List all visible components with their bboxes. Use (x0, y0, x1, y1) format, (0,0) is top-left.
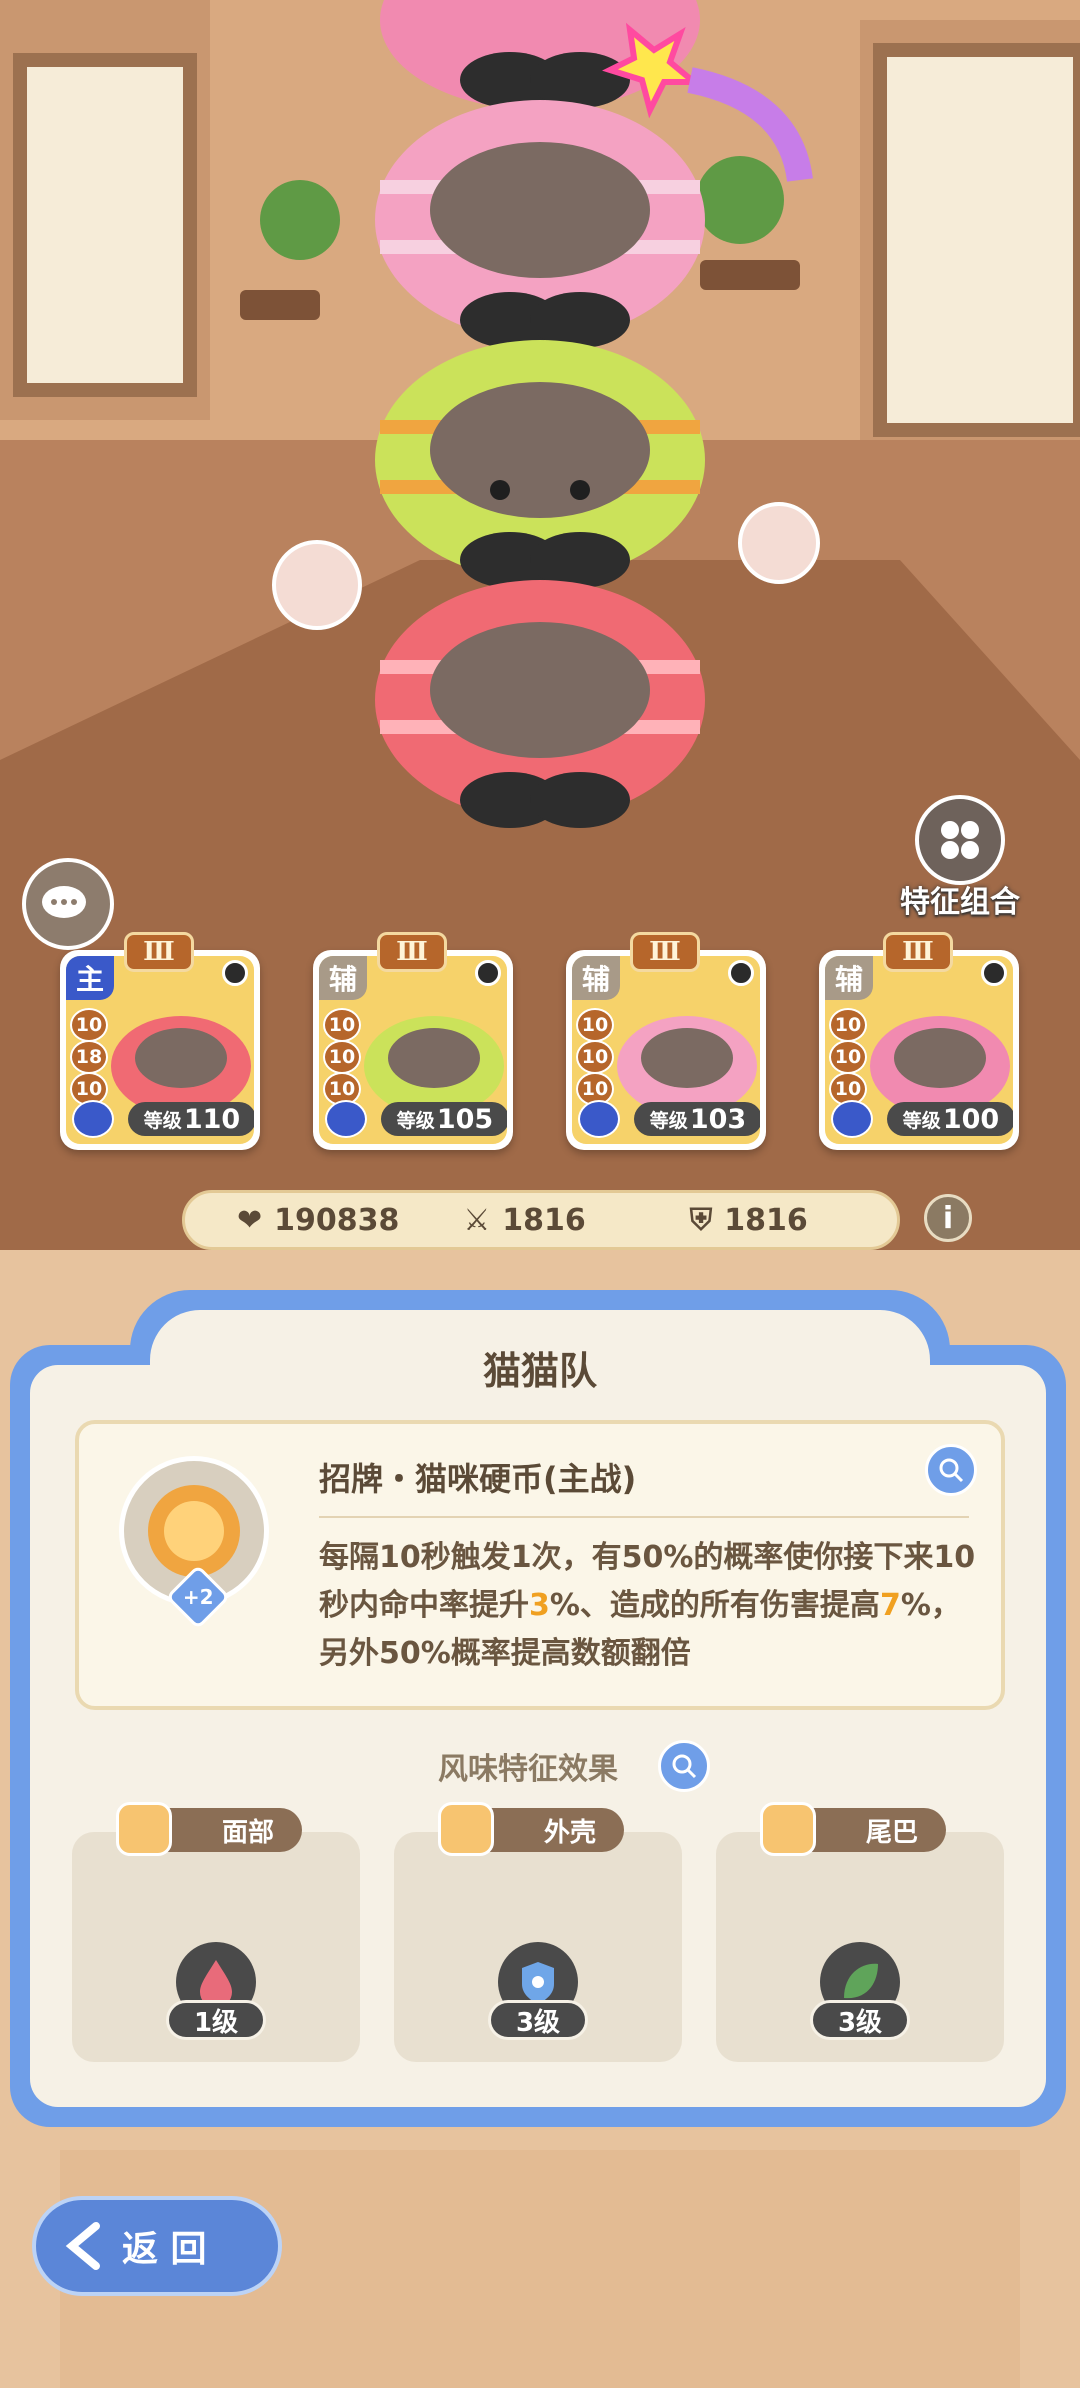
skill-zoom-button[interactable] (925, 1444, 977, 1496)
bubble-orb-right (738, 502, 820, 584)
team-stats-bar: ❤ 190838 ⚔ 1816 ⛨ 1816 (182, 1190, 900, 1250)
lock-icon[interactable] (222, 960, 248, 986)
tail-icon (760, 1802, 816, 1856)
paw-icon (325, 1100, 367, 1138)
trait-level-1: 10 (70, 1008, 108, 1042)
role-tag: 辅 (825, 956, 873, 1000)
rank-tag: Ⅲ (377, 932, 447, 972)
skill-name: 招牌・猫咪硬币(主战) (319, 1460, 637, 1498)
shield-icon: ⛨ (689, 1202, 713, 1238)
heart-icon: ❤ (237, 1202, 263, 1238)
trait-level-2: 10 (323, 1040, 361, 1074)
flavor-section-title: 风味特征效果 (438, 1752, 618, 1787)
feature-combo-label: 特征组合 (900, 885, 1020, 920)
trait-level-1: 10 (576, 1008, 614, 1042)
defense-stat: ⛨ 1816 (689, 1202, 808, 1238)
trait-level: 1级 (166, 2000, 266, 2040)
trait-level-2: 10 (829, 1040, 867, 1074)
trait-level-2: 10 (576, 1040, 614, 1074)
role-tag: 辅 (319, 956, 367, 1000)
feature-combo-button[interactable]: 特征组合 (880, 795, 1040, 921)
level-pill: 等级 100 (887, 1102, 1013, 1136)
cat-face-icon (116, 1802, 172, 1856)
panel-title: 猫猫队 (482, 1349, 597, 1393)
skill-divider (319, 1516, 969, 1518)
chat-icon (42, 886, 86, 918)
lock-icon[interactable] (728, 960, 754, 986)
trait-level-1: 10 (323, 1008, 361, 1042)
back-arrow-icon (65, 2222, 100, 2270)
chat-button[interactable] (22, 858, 114, 950)
magnifier-icon (672, 1754, 697, 1779)
cat-portrait (364, 1016, 504, 1116)
star-trail-decoration (602, 22, 813, 183)
paw-icon (578, 1100, 620, 1138)
shell-icon (438, 1802, 494, 1856)
skill-box: +2 招牌・猫咪硬币(主战) 每隔10秒触发1次，有50%的概率使你接下来10秒… (75, 1420, 1005, 1710)
info-button[interactable]: i (924, 1194, 972, 1242)
level-pill: 等级 105 (381, 1102, 507, 1136)
trait-level-2: 18 (70, 1040, 108, 1074)
role-tag: 主 (66, 956, 114, 1000)
flavor-zoom-button[interactable] (658, 1740, 710, 1792)
crossed-swords-icon: ⚔ (463, 1202, 491, 1238)
hp-stat: ❤ 190838 (237, 1202, 400, 1238)
lock-icon[interactable] (981, 960, 1007, 986)
cat-portrait (111, 1016, 251, 1116)
trait-card-tail[interactable]: 尾巴 3级 (716, 1802, 1004, 2062)
bubble-orb-left (272, 540, 362, 630)
cat-portrait (617, 1016, 757, 1116)
skill-description: 每隔10秒触发1次，有50%的概率使你接下来10秒内命中率提升3%、造成的所有伤… (319, 1540, 976, 1671)
rank-tag: Ⅲ (883, 932, 953, 972)
paw-icon (72, 1100, 114, 1138)
level-pill: 等级 110 (128, 1102, 254, 1136)
attack-stat: ⚔ 1816 (463, 1202, 586, 1238)
paw-cluster-icon (915, 795, 1005, 885)
rank-tag: Ⅲ (630, 932, 700, 972)
level-pill: 等级 103 (634, 1102, 760, 1136)
trait-card-shell[interactable]: 外壳 3级 (394, 1802, 682, 2062)
cat-portrait (870, 1016, 1010, 1116)
trait-level-1: 10 (829, 1008, 867, 1042)
info-icon: i (942, 1200, 954, 1236)
team-card-2[interactable]: 10 10 10 等级 105 辅 Ⅲ (313, 932, 513, 1150)
rank-tag: Ⅲ (124, 932, 194, 972)
magnifier-icon (939, 1458, 964, 1483)
team-card-4[interactable]: 10 10 10 等级 100 辅 Ⅲ (819, 932, 1019, 1150)
back-button[interactable]: 返 回 (32, 2196, 282, 2296)
trait-card-face[interactable]: 面部 1级 (72, 1802, 360, 2062)
role-tag: 辅 (572, 956, 620, 1000)
paw-icon (831, 1100, 873, 1138)
back-button-label: 返 回 (122, 2229, 207, 2270)
trait-level: 3级 (810, 2000, 910, 2040)
team-card-3[interactable]: 10 10 10 等级 103 辅 Ⅲ (566, 932, 766, 1150)
lock-icon[interactable] (475, 960, 501, 986)
trait-level: 3级 (488, 2000, 588, 2040)
team-card-1[interactable]: 10 18 10 等级 110 主 Ⅲ (60, 932, 260, 1150)
